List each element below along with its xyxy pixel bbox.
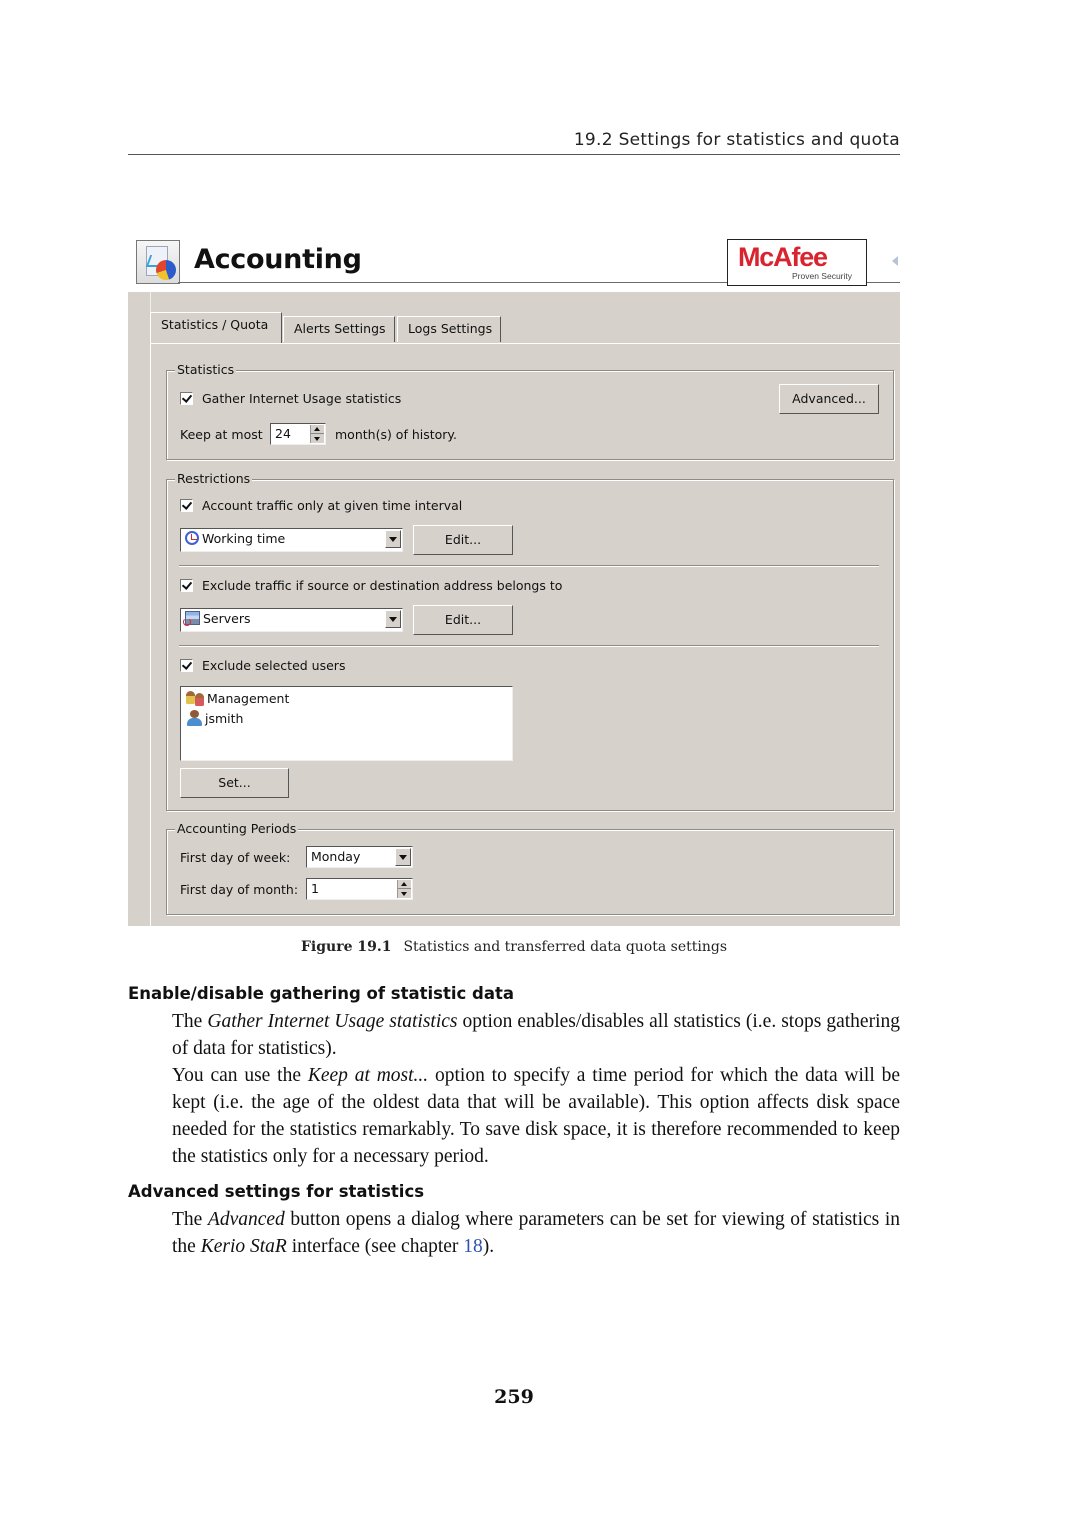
divider [179,645,879,646]
edit-address-group-button[interactable]: Edit... [413,605,513,635]
tab-statistics-quota[interactable]: Statistics / Quota [150,312,282,343]
keep-history-row: Keep at most [180,427,263,442]
time-interval-checkbox[interactable] [180,499,193,512]
exclude-address-label: Exclude traffic if source or destination… [202,578,563,593]
keep-suffix: month(s) of history. [335,427,457,442]
tab-logs-settings[interactable]: Logs Settings [397,316,501,342]
restrictions-group: Restrictions Account traffic only at giv… [166,471,894,811]
paragraph: You can use the Keep at most... option t… [172,1065,900,1167]
scroll-left-icon[interactable] [892,256,898,266]
time-interval-label: Account traffic only at given time inter… [202,498,463,513]
address-group-value: Servers [203,611,251,626]
set-users-button[interactable]: Set... [180,768,289,798]
accounting-periods-legend: Accounting Periods [175,821,299,836]
keep-months-spinner[interactable]: 24 [270,423,326,445]
edit-time-interval-button[interactable]: Edit... [413,525,513,555]
user-group-icon [186,690,206,706]
advanced-button[interactable]: Advanced... [779,384,879,414]
dialog-header: Accounting McAfee Proven Security [128,236,900,292]
statistics-legend: Statistics [175,362,237,377]
first-day-of-month-spinner[interactable]: 1 [306,878,413,900]
page-number: 259 [494,1386,534,1408]
exclude-address-option[interactable]: Exclude traffic if source or destination… [180,578,562,593]
logo-tagline: Proven Security [792,271,852,281]
accounting-icon [136,240,180,284]
accounting-periods-group: Accounting Periods First day of week: Mo… [166,821,894,915]
first-day-of-week-label: First day of week: [180,850,291,865]
list-item[interactable]: jsmith [186,710,243,726]
figure-label: Figure 19.1 [300,939,392,955]
gather-statistics-checkbox[interactable] [180,392,193,405]
gather-statistics-option[interactable]: Gather Internet Usage statistics [180,391,401,406]
clock-icon [185,531,199,545]
figure-caption: Figure 19.1 Statistics and transferred da… [0,939,1028,955]
address-group-select[interactable]: Servers [180,608,403,632]
spinner-arrows-icon[interactable] [310,425,324,443]
paragraph: The Gather Internet Usage statistics opt… [172,1011,900,1059]
keep-at-most-label: Keep at most [180,427,263,442]
month-row: First day of month: [180,882,298,897]
exclude-users-label: Exclude selected users [202,658,346,673]
statistics-group: Statistics Gather Internet Usage statist… [166,362,894,460]
user-icon [186,710,203,726]
figure-screenshot: Accounting McAfee Proven Security Statis… [128,236,900,926]
left-strip [128,292,151,926]
first-day-of-month-value: 1 [311,881,319,896]
server-group-icon [183,611,200,626]
dialog-title: Accounting [194,244,362,275]
chapter-link[interactable]: 18 [463,1236,483,1257]
figure-caption-text: Statistics and transferred data quota se… [403,939,728,955]
exclude-users-option[interactable]: Exclude selected users [180,658,345,673]
chevron-down-icon[interactable] [385,610,401,628]
first-day-of-month-label: First day of month: [180,882,299,897]
months-of-history-label: month(s) of history. [335,427,458,442]
first-day-of-week-select[interactable]: Monday [306,846,413,868]
chevron-down-icon[interactable] [395,848,411,866]
section-heading: Advanced settings for statistics [128,1182,425,1201]
chevron-down-icon[interactable] [385,530,401,548]
exclude-address-checkbox[interactable] [180,579,193,592]
mcafee-logo: McAfee Proven Security [727,239,867,286]
gather-statistics-label: Gather Internet Usage statistics [202,391,402,406]
spinner-arrows-icon[interactable] [397,880,411,898]
running-head: 19.2 Settings for statistics and quota [128,128,900,155]
time-interval-option[interactable]: Account traffic only at given time inter… [180,498,462,513]
paragraph: The Advanced button opens a dialog where… [172,1209,901,1257]
time-interval-value: Working time [202,531,286,546]
dialog-body: Statistics / Quota Alerts Settings Logs … [128,292,900,926]
tab-alerts-settings[interactable]: Alerts Settings [283,316,395,342]
first-day-of-week-value: Monday [311,849,361,864]
running-head-title: 19.2 Settings for statistics and quota [573,130,900,150]
keep-months-value: 24 [275,426,291,441]
excluded-users-list[interactable]: Management jsmith [180,686,513,761]
week-row: First day of week: [180,850,290,865]
exclude-users-checkbox[interactable] [180,659,193,672]
restrictions-legend: Restrictions [175,471,253,486]
divider [179,565,879,566]
logo-brand: McAfee [738,242,828,272]
section-heading: Enable/disable gathering of statistic da… [128,984,515,1003]
list-item[interactable]: Management [186,690,289,706]
time-interval-select[interactable]: Working time [180,528,403,552]
